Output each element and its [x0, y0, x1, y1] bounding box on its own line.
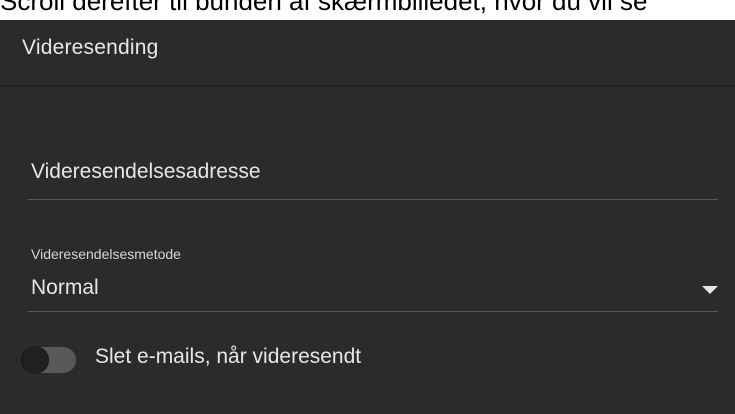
forwarding-method-label: Videresendelsesmetode — [31, 246, 181, 262]
forwarding-address-field[interactable]: Videresendelsesadresse — [28, 156, 718, 200]
forwarding-panel: Videresending Videresendelsesadresse Vid… — [0, 20, 735, 414]
panel-header: Videresending — [0, 20, 735, 86]
delete-after-forward-label: Slet e-mails, når videresendt — [95, 345, 362, 368]
forwarding-method-select[interactable]: Normal — [28, 268, 718, 312]
forwarding-method-value: Normal — [31, 276, 99, 299]
panel-title: Videresending — [22, 36, 159, 59]
background-caption: Scroll derefter til bunden af skærmbille… — [0, 0, 735, 20]
caption-text: Scroll derefter til bunden af skærmbille… — [0, 0, 648, 16]
toggle-knob — [22, 347, 48, 373]
forwarding-address-placeholder: Videresendelsesadresse — [31, 160, 261, 183]
delete-after-forward-toggle[interactable] — [22, 347, 76, 373]
chevron-down-icon[interactable] — [702, 286, 718, 294]
delete-after-forward-row: Slet e-mails, når videresendt — [22, 340, 522, 380]
